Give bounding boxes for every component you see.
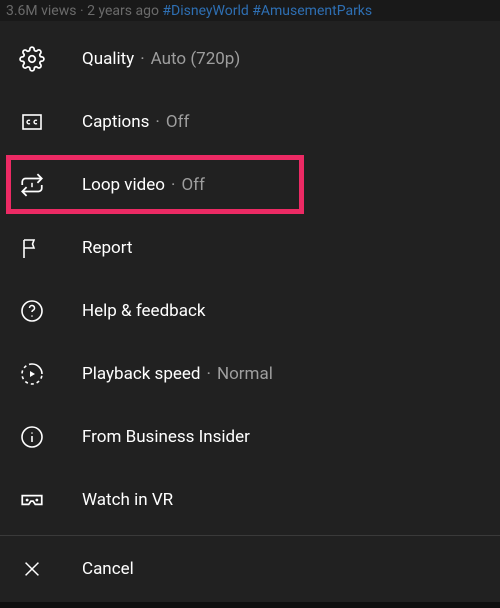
dot-separator: · <box>171 175 175 195</box>
help-item[interactable]: Help & feedback <box>0 279 500 342</box>
flag-icon <box>18 234 46 262</box>
cancel-item[interactable]: Cancel <box>0 536 500 602</box>
speed-label: Playback speed <box>82 364 201 384</box>
gear-icon <box>18 45 46 73</box>
dot-separator: · <box>207 364 211 384</box>
loop-video-item[interactable]: Loop video · Off <box>0 153 500 216</box>
playback-speed-icon <box>18 360 46 388</box>
vr-icon <box>18 486 46 514</box>
speed-value: Normal <box>217 364 273 384</box>
report-label: Report <box>82 238 132 258</box>
quality-item[interactable]: Quality · Auto (720p) <box>0 27 500 90</box>
dot-separator: · <box>140 49 144 69</box>
report-item[interactable]: Report <box>0 216 500 279</box>
loop-label: Loop video <box>82 175 165 195</box>
cancel-label: Cancel <box>82 559 134 579</box>
playback-speed-item[interactable]: Playback speed · Normal <box>0 342 500 405</box>
loop-value: Off <box>181 175 205 195</box>
settings-sheet: Quality · Auto (720p) Captions · Off <box>0 21 500 602</box>
captions-item[interactable]: Captions · Off <box>0 90 500 153</box>
from-channel-item[interactable]: From Business Insider <box>0 405 500 468</box>
help-icon <box>18 297 46 325</box>
hashtag-link[interactable]: #DisneyWorld <box>162 3 248 19</box>
dot-separator: · <box>155 112 159 132</box>
captions-value: Off <box>166 112 190 132</box>
views-text: 3.6M views <box>6 3 76 19</box>
quality-value: Auto (720p) <box>151 49 241 69</box>
age-text: 2 years ago <box>87 3 159 19</box>
captions-icon <box>18 108 46 136</box>
captions-label: Captions <box>82 112 149 132</box>
vr-label: Watch in VR <box>82 490 173 510</box>
video-meta-bar: 3.6M views · 2 years ago #DisneyWorld #A… <box>0 0 500 21</box>
close-icon <box>18 555 46 583</box>
help-label: Help & feedback <box>82 301 205 321</box>
hashtag-link[interactable]: #AmusementParks <box>252 3 372 19</box>
from-label: From Business Insider <box>82 427 250 447</box>
quality-label: Quality <box>82 49 134 69</box>
watch-vr-item[interactable]: Watch in VR <box>0 468 500 531</box>
info-icon <box>18 423 46 451</box>
loop-icon <box>18 171 46 199</box>
